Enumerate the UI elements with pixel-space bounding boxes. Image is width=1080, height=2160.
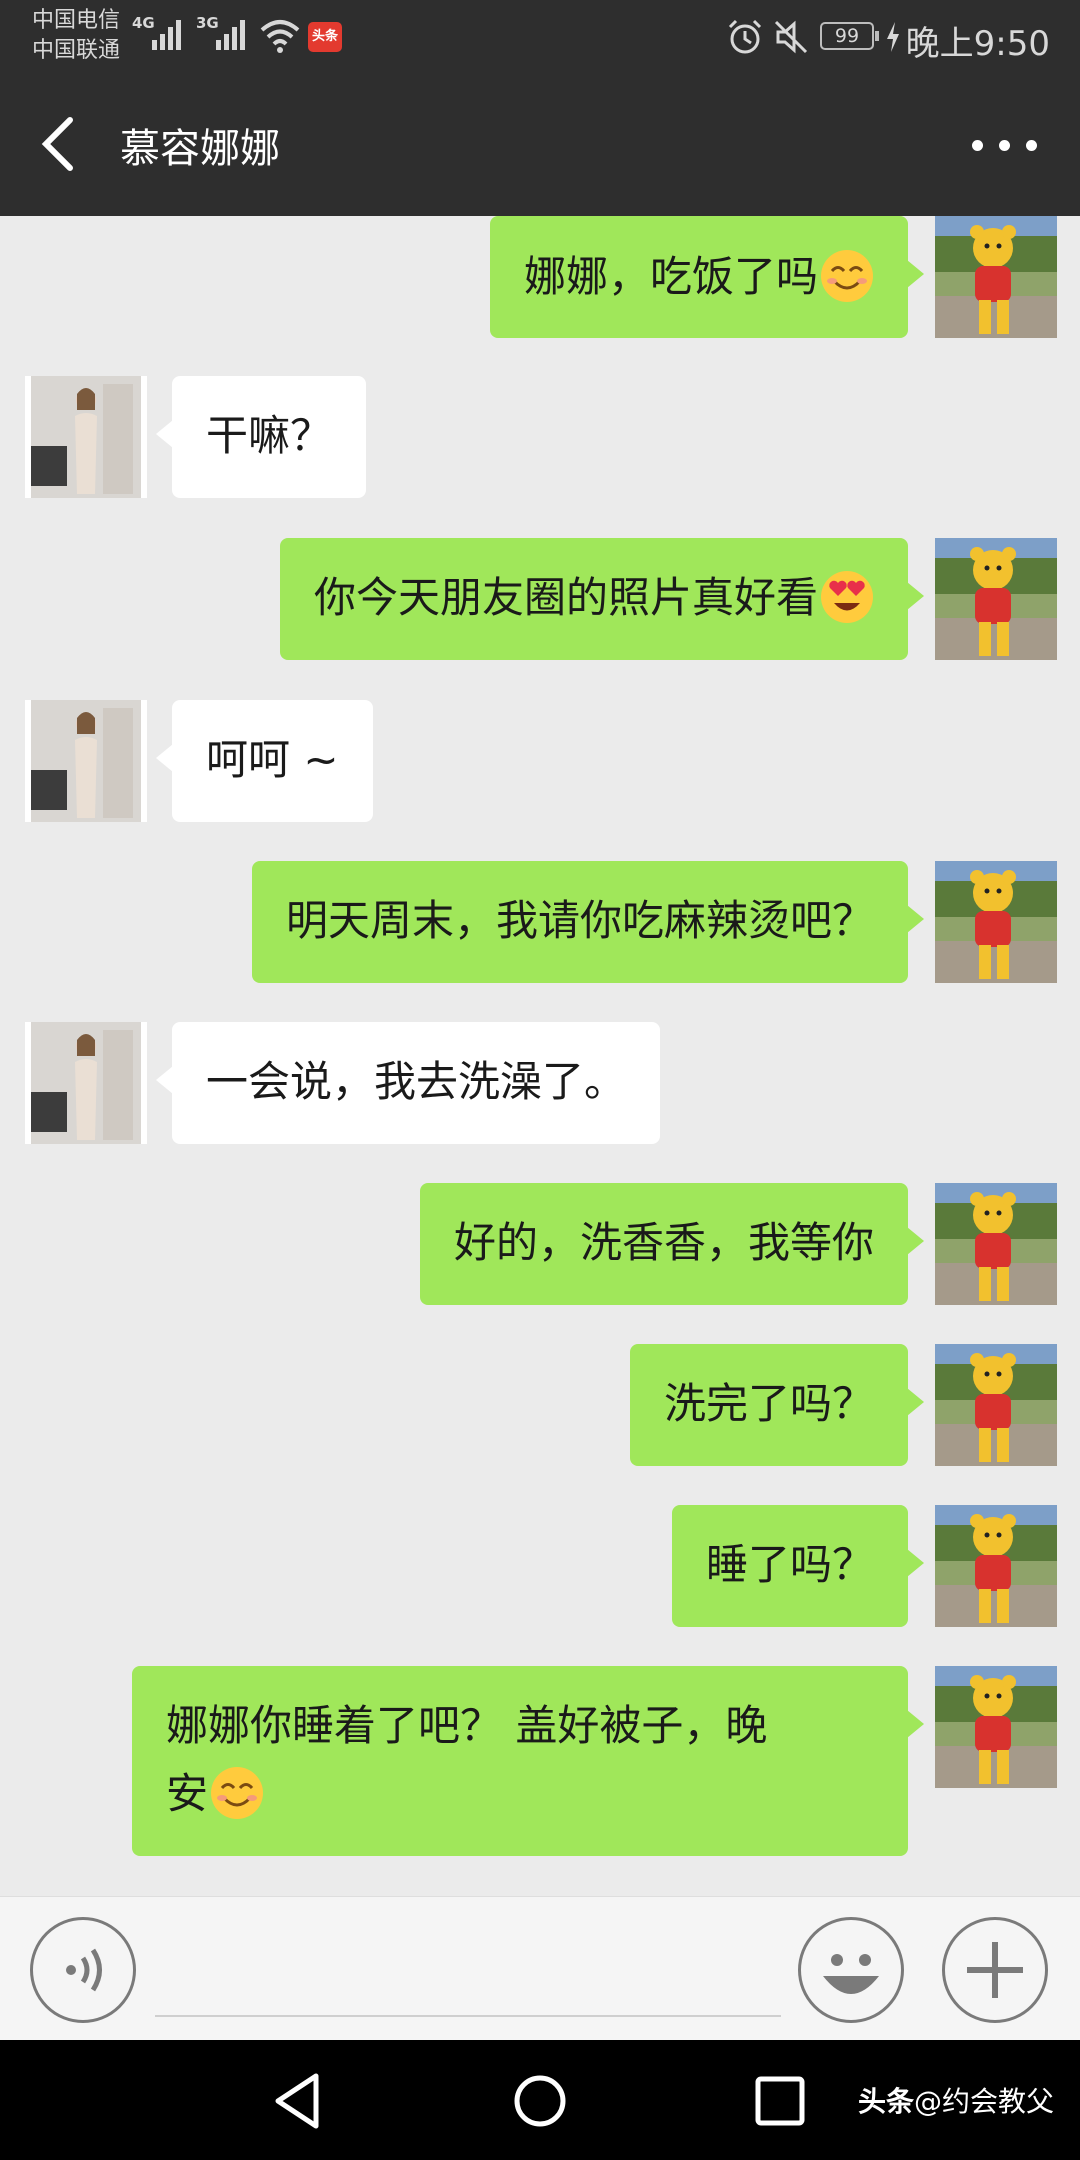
message-text: 好的，洗香香，我等你 [453,1218,874,1267]
system-navigation-bar: 头条@约会教父 [0,2040,1080,2160]
my-avatar[interactable] [935,1505,1057,1627]
nav-home-icon[interactable] [505,2066,575,2136]
chat-header: 慕容娜娜 [0,72,1080,216]
carrier-1: 中国电信 [32,8,121,33]
nav-back-icon[interactable] [264,2066,334,2136]
message-input-bar [0,1896,1080,2040]
incoming-message-bubble[interactable]: 一会说，我去洗澡了。 [155,1022,661,1144]
voice-input-button[interactable] [30,1917,136,2023]
outgoing-message-bubble[interactable]: 娜娜你睡着了吧？ 盖好被子，晚 安 [132,1666,924,1856]
message-text-line-2: 安 [166,1769,209,1818]
carrier-info: 中国电信 中国联通 [32,6,120,66]
alarm-icon [728,19,762,54]
more-functions-button[interactable] [942,1917,1048,2023]
outgoing-message-bubble[interactable]: 好的，洗香香，我等你 [419,1183,925,1305]
emoji-button[interactable] [798,1917,904,2023]
smile-emoji-icon [209,1765,265,1821]
incoming-message-bubble[interactable]: 干嘛？ [155,376,367,498]
message-text: 一会说，我去洗澡了。 [206,1057,627,1106]
message-text: 娜娜，吃饭了吗 [523,252,818,301]
charging-icon [887,22,899,52]
outgoing-message-bubble[interactable]: 你今天朋友圈的照片真好看 [279,538,925,660]
message-text-input[interactable] [155,1927,781,2017]
plus-icon [967,1942,1023,1998]
message-text: 睡了吗？ [705,1540,874,1589]
message-text: 明天周末，我请你吃麻辣烫吧？ [285,896,874,945]
my-avatar[interactable] [935,1666,1057,1788]
outgoing-message-bubble[interactable]: 睡了吗？ [671,1505,925,1627]
outgoing-message-bubble[interactable]: 洗完了吗？ [629,1344,925,1466]
contact-avatar[interactable] [25,1022,147,1144]
contact-avatar[interactable] [25,700,147,822]
watermark: 头条@约会教父 [858,2080,1054,2120]
outgoing-message-bubble[interactable]: 明天周末，我请你吃麻辣烫吧？ [251,861,925,983]
toutiao-app-badge: 头条 [308,22,342,52]
wifi-icon [260,20,300,53]
more-options-icon[interactable] [970,130,1040,160]
watermark-brand: 头条 [857,2085,914,2118]
message-text-line-1: 娜娜你睡着了吧？ 盖好被子，晚 [166,1701,768,1750]
signal-icon-1 [152,20,181,50]
smile-emoji-icon [819,248,875,304]
status-time: 晚上9:50 [905,24,1050,64]
contact-avatar[interactable] [25,376,147,498]
contact-name: 慕容娜娜 [120,126,280,172]
carrier-2: 中国联通 [32,38,121,63]
status-bar: 中国电信 中国联通 4G 3G 头条 99 晚上9:50 [0,0,1080,72]
incoming-message-bubble[interactable]: 呵呵 ~ [156,700,373,822]
message-text: 洗完了吗？ [663,1379,874,1428]
my-avatar[interactable] [935,538,1057,660]
my-avatar[interactable] [935,1344,1057,1466]
my-avatar[interactable] [935,216,1057,338]
my-avatar[interactable] [935,861,1057,983]
battery-indicator: 99 [820,22,879,50]
emoji-face-icon [823,1954,879,1994]
message-text: 干嘛？ [206,411,333,460]
message-text: 你今天朋友圈的照片真好看 [313,573,818,622]
nav-recents-icon[interactable] [745,2066,815,2136]
my-avatar[interactable] [935,1183,1057,1305]
heart-eyes-emoji-icon [821,571,873,623]
voice-icon [66,1948,102,1992]
chat-messages[interactable]: 娜娜，吃饭了吗 干嘛？ 你今天朋友圈的照片真好看 呵呵 ~ 明天周末，我请你吃麻… [0,216,1080,1896]
message-text: 呵呵 ~ [206,735,339,784]
outgoing-message-bubble[interactable]: 娜娜，吃饭了吗 [489,216,925,338]
back-arrow-icon[interactable] [36,114,86,174]
watermark-handle: @约会教父 [913,2085,1054,2118]
mute-icon [774,20,808,54]
signal-icon-2 [216,20,245,50]
